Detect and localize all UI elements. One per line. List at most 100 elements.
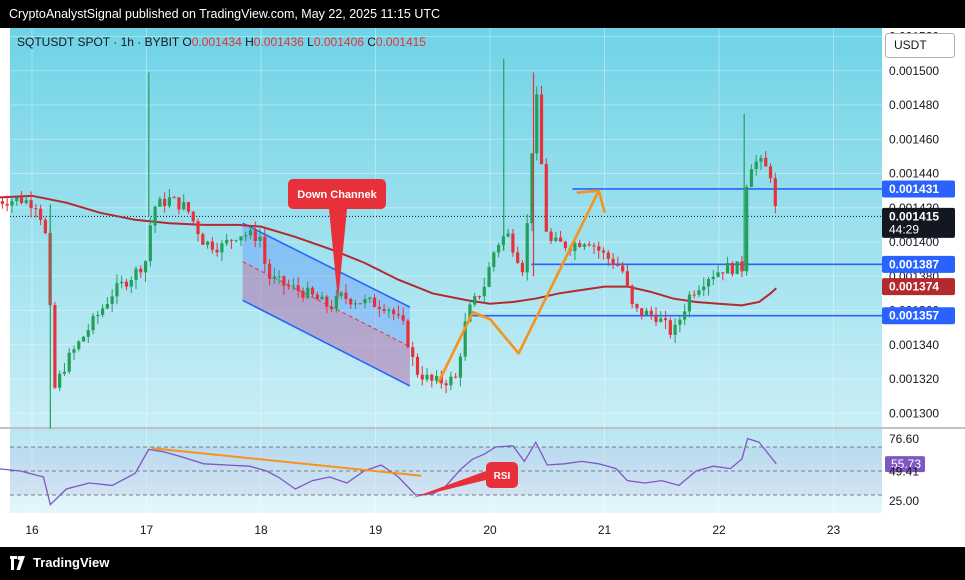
candle-body — [482, 286, 486, 297]
candle-body — [434, 375, 439, 381]
candle-body — [635, 304, 639, 309]
legend-part: 0.001436 — [254, 35, 307, 49]
symbol-legend: SQTUSDT SPOT · 1h · BYBIT O0.001434 H0.0… — [17, 35, 426, 49]
price-tick-label: 0.001460 — [889, 132, 939, 146]
tradingview-brand: TradingView — [33, 555, 110, 570]
candle-body — [725, 263, 730, 274]
candle-body — [19, 197, 24, 203]
candle-body — [396, 314, 400, 316]
candle-body — [544, 164, 548, 232]
candle-body — [740, 261, 744, 272]
candle-body — [220, 243, 224, 253]
candle-body — [477, 296, 482, 298]
price-chart[interactable]: 0.0013000.0013200.0013400.0013600.001380… — [0, 28, 965, 547]
rsi-level-label: 49.41 — [889, 465, 919, 479]
candle-body — [582, 244, 587, 247]
candle-body — [659, 318, 663, 322]
candle-body — [496, 244, 501, 253]
candle-body — [706, 279, 711, 287]
candle-body — [205, 241, 210, 245]
candle-body — [630, 285, 634, 305]
price-tick-label: 0.001500 — [889, 64, 939, 78]
candle-body — [58, 373, 62, 388]
price-tick-label: 0.001320 — [889, 372, 939, 386]
candle-body — [425, 374, 429, 380]
candle-body — [239, 236, 243, 241]
candle-body — [287, 285, 291, 287]
candle-body — [34, 208, 38, 210]
candle-body — [473, 296, 477, 305]
candle-body — [172, 197, 176, 199]
candle-body — [702, 286, 706, 291]
candle-body — [678, 319, 682, 325]
time-tick-label: 23 — [827, 523, 841, 537]
candle-body — [291, 285, 296, 287]
candle-body — [234, 240, 238, 242]
legend-part: SQTUSDT SPOT · 1h · BYBIT — [17, 35, 182, 49]
candle-body — [520, 262, 525, 273]
currency-button[interactable]: USDT — [885, 33, 955, 58]
candle-body — [10, 201, 14, 206]
candle-body — [735, 261, 739, 274]
candle-body — [535, 94, 539, 154]
price-label-text: 0.001387 — [889, 257, 939, 271]
candle-body — [597, 246, 601, 251]
candle-body — [330, 306, 334, 309]
candle-body — [210, 241, 214, 250]
candle-body — [344, 292, 348, 299]
candle-body — [745, 187, 749, 272]
candle-body — [525, 223, 529, 273]
candle-body — [62, 371, 67, 374]
candle-body — [511, 233, 515, 253]
candle-body — [191, 211, 195, 222]
rsi-callout-label: RSI — [494, 471, 511, 482]
candle-body — [315, 294, 319, 300]
candle-body — [201, 234, 205, 245]
candle-body — [368, 297, 372, 300]
candle-body — [15, 197, 19, 202]
candle-body — [38, 208, 43, 220]
candle-body — [339, 292, 343, 296]
legend-part: C — [367, 35, 376, 49]
candle-body — [506, 233, 510, 237]
candle-body — [196, 221, 200, 235]
candle-body — [306, 287, 310, 298]
candle-body — [458, 356, 463, 378]
price-tick-label: 0.001440 — [889, 167, 939, 181]
candle-body — [229, 239, 234, 241]
down-channel-label: Down Channek — [297, 189, 377, 201]
candle-body — [29, 200, 33, 209]
candle-body — [267, 263, 272, 279]
candle-body — [601, 250, 606, 253]
candle-body — [683, 311, 687, 320]
candle-body — [411, 347, 415, 357]
candle-body — [716, 272, 720, 277]
candle-body — [115, 283, 119, 297]
candle-body — [377, 307, 381, 310]
price-tick-label: 0.001300 — [889, 406, 939, 420]
candle-body — [129, 279, 133, 287]
legend-part: 0.001406 — [314, 35, 367, 49]
time-tick-label: 16 — [25, 523, 39, 537]
candle-body — [124, 281, 129, 287]
candle-body — [454, 376, 458, 378]
candle-body — [358, 303, 362, 305]
candle-body — [0, 201, 5, 204]
candle-body — [67, 352, 71, 372]
candle-body — [320, 296, 324, 300]
footer: TradingView — [0, 547, 965, 580]
candle-body — [91, 316, 95, 331]
candle-body — [296, 285, 300, 291]
candle-body — [516, 252, 520, 263]
candle-body — [105, 303, 109, 309]
candle-body — [768, 166, 773, 179]
candle-body — [549, 231, 553, 241]
candle-body — [611, 258, 615, 265]
candle-body — [310, 287, 315, 295]
time-tick-label: 20 — [483, 523, 497, 537]
candle-body — [363, 299, 367, 304]
legend-part: H — [245, 35, 254, 49]
candle-body — [449, 376, 453, 386]
candle-body — [554, 237, 558, 241]
candle-body — [721, 272, 725, 274]
